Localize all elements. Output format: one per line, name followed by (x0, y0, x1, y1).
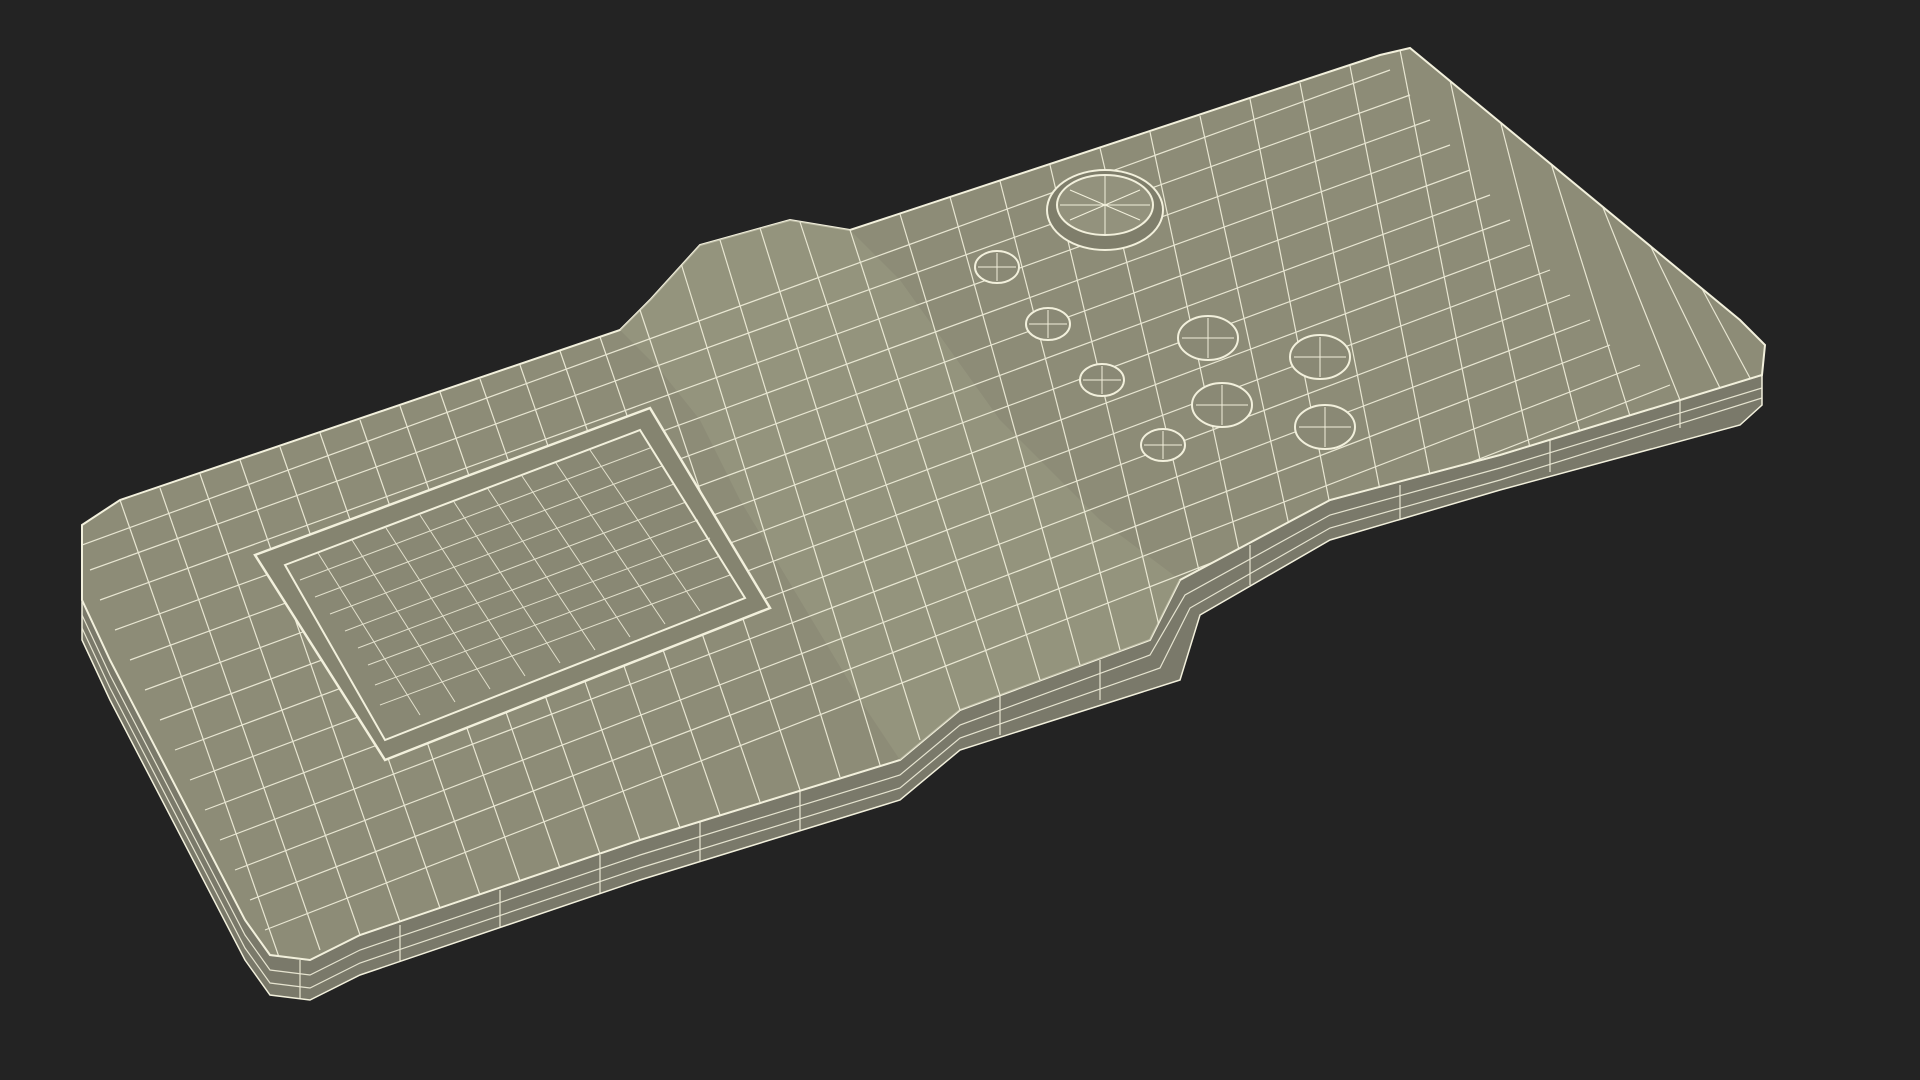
action-button-3[interactable] (1191, 382, 1253, 428)
main-round-button[interactable] (1046, 169, 1164, 251)
dpad-button-4[interactable] (1140, 428, 1186, 462)
dpad-button-2[interactable] (1025, 307, 1071, 341)
action-button-1[interactable] (1177, 315, 1239, 361)
wireframe-render (81, 46, 1767, 1001)
action-button-2[interactable] (1289, 334, 1351, 380)
3d-viewport[interactable] (0, 0, 1920, 1080)
dpad-button-3[interactable] (1079, 363, 1125, 397)
action-button-4[interactable] (1294, 404, 1356, 450)
dpad-button-1[interactable] (974, 250, 1020, 284)
